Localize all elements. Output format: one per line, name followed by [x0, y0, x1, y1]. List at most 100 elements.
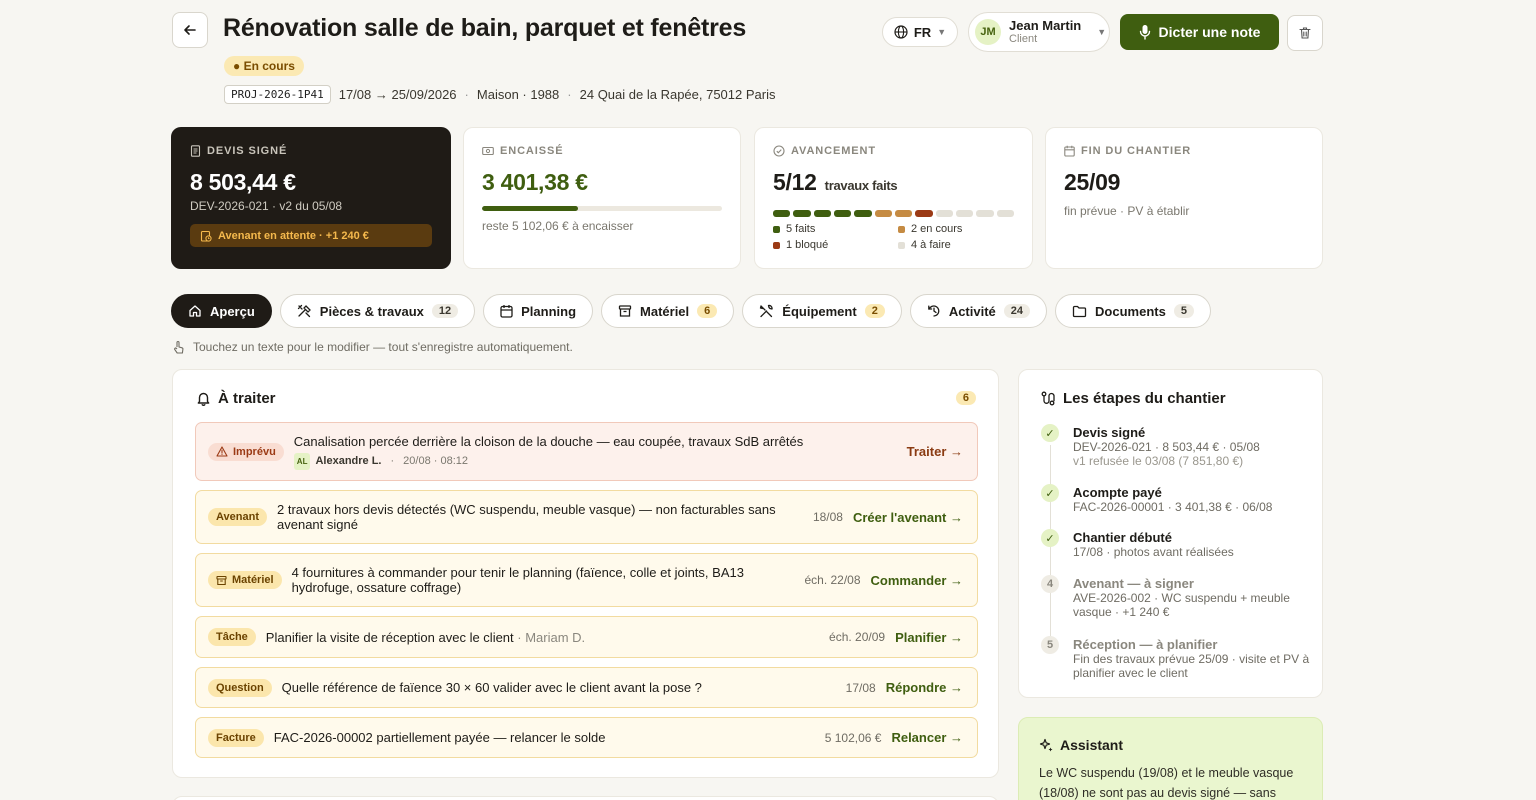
card-label-text: AVANCEMENT — [791, 145, 876, 157]
box-icon — [618, 305, 632, 317]
remaining-amount: reste 5 102,06 € à encaisser — [482, 219, 634, 233]
todo-tag-label: Imprévu — [233, 445, 276, 458]
card-devis-signe[interactable]: DEVIS SIGNÉ 8 503,44 € DEV-2026-021 · v2… — [171, 127, 451, 269]
todo-text: Planifier la visite de réception avec le… — [266, 630, 819, 645]
todo-text: Canalisation percée derrière la cloison … — [293, 433, 897, 470]
tab-count: 12 — [431, 304, 459, 318]
status-badge: ● En cours — [224, 56, 304, 76]
microphone-icon — [1139, 25, 1150, 40]
document-icon — [190, 145, 201, 157]
card-label: FIN DU CHANTIER — [1064, 144, 1304, 158]
page-title[interactable]: Rénovation salle de bain, parquet et fen… — [223, 12, 746, 44]
check-icon: ✓ — [1041, 529, 1059, 547]
todo-date: éch. 20/09 — [829, 630, 886, 644]
todo-tag-label: Tâche — [216, 631, 248, 643]
progress-segment-todo — [996, 210, 1014, 217]
step-avenant[interactable]: 4 Avenant — à signer AVE-2026-002 · WC s… — [1041, 575, 1311, 619]
legend-label: 4 à faire — [911, 239, 951, 251]
tab-pieces-travaux[interactable]: Pièces & travaux 12 — [279, 294, 476, 328]
todo-text: Quelle référence de faïence 30 × 60 vali… — [281, 680, 702, 695]
clipboard-clock-icon — [200, 230, 212, 242]
tab-label: Activité — [948, 303, 996, 319]
tab-documents[interactable]: Documents 5 — [1055, 294, 1211, 328]
todo-item-tache[interactable]: Tâche Planifier la visite de réception a… — [195, 616, 978, 658]
step-number: 5 — [1041, 636, 1059, 654]
todo-text: 4 fournitures à commander pour tenir le … — [291, 565, 744, 595]
end-date: 25/09 — [1064, 169, 1121, 195]
user-role: Client — [1009, 32, 1038, 45]
end-date-sub: fin prévue · PV à établir — [1064, 204, 1190, 218]
tab-label: Aperçu — [210, 303, 255, 319]
todo-tag: Tâche — [208, 628, 256, 646]
todo-text-main: Planifier la visite de réception avec le… — [265, 629, 514, 645]
avenant-pending-banner[interactable]: Avenant en attente · +1 240 € — [190, 224, 432, 247]
dictate-note-button[interactable]: Dicter une note — [1120, 14, 1279, 50]
check-icon: ✓ — [1041, 424, 1059, 442]
legend-label: 5 faits — [786, 223, 816, 235]
user-switcher[interactable]: JM Jean Martin Client ▼ — [968, 12, 1110, 52]
progress-segment-progress — [874, 210, 892, 217]
project-steps-panel: Les étapes du chantier ✓ Devis signé DEV… — [1018, 369, 1323, 698]
property-type[interactable]: Maison · 1988 — [477, 87, 559, 102]
step-sub: 17/08 · photos avant réalisées — [1073, 545, 1234, 559]
todo-item-question[interactable]: Question Quelle référence de faïence 30 … — [195, 667, 978, 708]
tab-activite[interactable]: Activité 24 — [909, 294, 1048, 328]
todo-tag-label: Facture — [216, 731, 256, 744]
todo-panel: À traiter 6 Imprévu Canalisation percée … — [172, 369, 999, 778]
remind-button[interactable]: Relancer → — [891, 730, 963, 745]
tab-materiel[interactable]: Matériel 6 — [601, 294, 735, 328]
card-avancement[interactable]: AVANCEMENT 5/12 travaux faits 5 faits 2 e… — [754, 127, 1033, 269]
assistant-title-text: Assistant — [1060, 737, 1124, 753]
project-dates[interactable]: 17/08 → 25/09/2026 — [339, 87, 457, 102]
tab-count: 5 — [1173, 304, 1194, 318]
tab-equipement[interactable]: Équipement 2 — [742, 294, 902, 328]
separator: · — [567, 86, 572, 102]
back-button[interactable] — [172, 12, 208, 48]
edit-hint-text: Touchez un texte pour le modifier — tout… — [193, 340, 573, 354]
step-reception[interactable]: 5 Réception — à planifier Fin des travau… — [1041, 636, 1311, 680]
tools-icon — [297, 304, 311, 318]
tab-planning[interactable]: Planning — [483, 294, 594, 328]
tab-apercu[interactable]: Aperçu — [171, 294, 272, 328]
legend-swatch — [898, 225, 905, 233]
tab-bar: Aperçu Pièces & travaux 12 Planning Maté… — [171, 294, 1211, 328]
card-fin-chantier[interactable]: FIN DU CHANTIER 25/09 fin prévue · PV à … — [1045, 127, 1323, 269]
progress-segments — [773, 210, 1014, 217]
project-address[interactable]: 24 Quai de la Rapée, 75012 Paris — [580, 87, 776, 102]
card-encaisse[interactable]: ENCAISSÉ 3 401,38 € reste 5 102,06 € à e… — [463, 127, 741, 269]
card-label: ENCAISSÉ — [482, 144, 722, 158]
todo-text: FAC-2026-00002 partiellement payée — rel… — [273, 730, 606, 745]
trash-icon — [1299, 27, 1311, 39]
todo-author: AL Alexandre L. · 20/08 · 08:12 — [293, 452, 897, 470]
tab-label: Matériel — [640, 303, 690, 319]
todo-text-main: Canalisation percée derrière la cloison … — [293, 433, 804, 449]
todo-item-imprevu[interactable]: Imprévu Canalisation percée derrière la … — [195, 422, 978, 481]
legend-item: 1 bloqué — [773, 239, 898, 251]
reply-button[interactable]: Répondre → — [886, 680, 963, 695]
payment-progress-fill — [482, 206, 578, 211]
todo-time: 20/08 · 08:12 — [403, 454, 469, 467]
card-label-text: DEVIS SIGNÉ — [207, 145, 288, 157]
plan-button[interactable]: Planifier → — [895, 630, 963, 645]
devis-amount: 8 503,44 € — [190, 169, 296, 195]
step-devis-signe[interactable]: ✓ Devis signé DEV-2026-021 · 8 503,44 € … — [1041, 424, 1311, 468]
todo-tag-label: Question — [216, 681, 264, 694]
treat-button[interactable]: Traiter → — [907, 444, 963, 459]
progress-segment-done — [813, 210, 831, 217]
progress-segment-progress — [894, 210, 913, 217]
project-ref: PROJ-2026-1P41 — [224, 84, 331, 104]
step-chantier-debute[interactable]: ✓ Chantier débuté 17/08 · photos avant r… — [1041, 529, 1311, 559]
step-acompte-paye[interactable]: ✓ Acompte payé FAC-2026-00001 · 3 401,38… — [1041, 484, 1311, 514]
todo-item-materiel[interactable]: Matériel 4 fournitures à commander pour … — [195, 553, 978, 607]
tab-label: Équipement — [782, 303, 857, 319]
create-avenant-button[interactable]: Créer l'avenant → — [853, 510, 963, 525]
step-number: 4 — [1041, 575, 1059, 593]
language-select[interactable]: FR ▼ — [882, 17, 958, 47]
order-button[interactable]: Commander → — [871, 573, 963, 588]
delete-button[interactable] — [1287, 15, 1323, 51]
todo-assignee: · Mariam D. — [513, 629, 586, 645]
todo-item-avenant[interactable]: Avenant 2 travaux hors devis détectés (W… — [195, 490, 978, 544]
todo-item-facture[interactable]: Facture FAC-2026-00002 partiellement pay… — [195, 717, 978, 758]
progress-unit: travaux faits — [824, 178, 898, 193]
wrench-icon — [760, 304, 773, 318]
